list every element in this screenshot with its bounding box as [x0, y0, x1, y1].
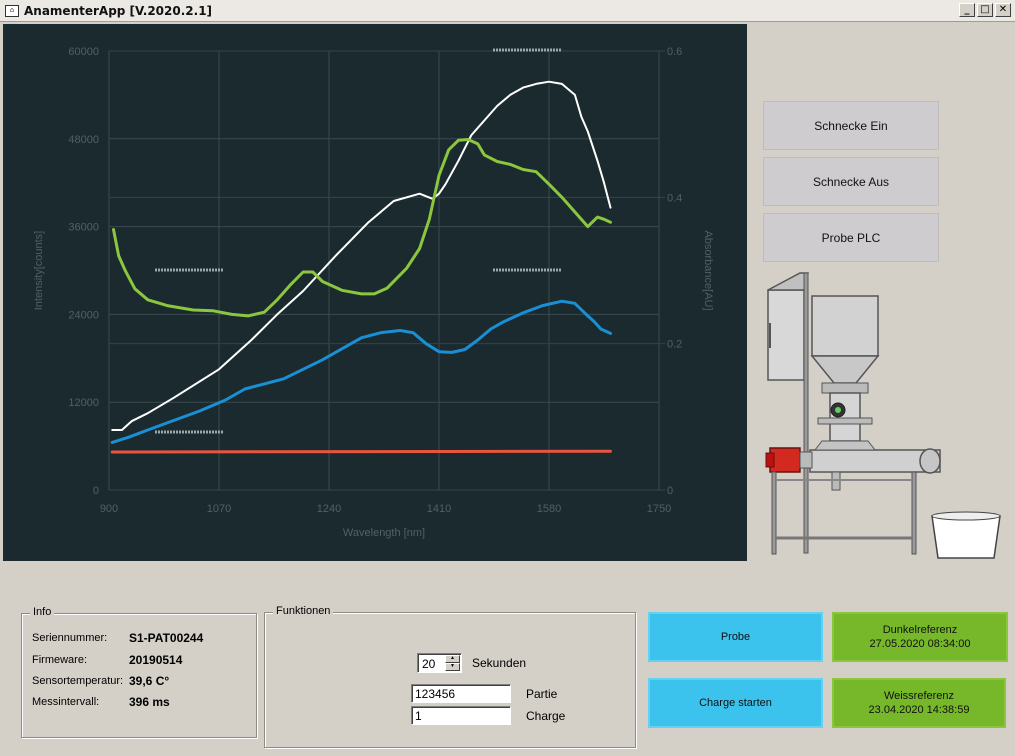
charge-start-button[interactable]: Charge starten [648, 678, 823, 728]
seconds-value: 20 [422, 657, 436, 671]
partie-input[interactable]: 123456 [411, 684, 511, 703]
info-group-title: Info [30, 606, 55, 618]
spectrum-chart-panel: 900 1070 1240 1410 1580 1750 0 12000 24000 36000 4… [3, 24, 747, 561]
charge-start-label: Charge starten [699, 697, 772, 709]
y2-axis-label: Absorbance[AU] [702, 230, 714, 310]
dark-reference-label: Dunkelreferenz [882, 624, 958, 636]
y-tick-label: 36000 [68, 222, 99, 234]
dark-reference-date: 27.05.2020 08:34:00 [869, 638, 971, 650]
minimize-icon[interactable]: _ [959, 3, 975, 17]
y2-tick-label: 0.4 [667, 192, 682, 204]
sensor-temperature-value: 39,6 C° [129, 674, 170, 688]
white-reference-button[interactable]: Weissreferenz 23.04.2020 14:38:59 [832, 678, 1006, 728]
y2-tick-label: 0 [667, 485, 673, 497]
series-line-4 [110, 449, 612, 454]
x-tick-label: 1240 [317, 503, 341, 515]
sample-plc-button[interactable]: Probe PLC [763, 213, 939, 262]
y2-tick-label: 0.6 [667, 46, 682, 58]
x-tick-label: 1070 [207, 503, 231, 515]
firmware-value: 20190514 [129, 653, 183, 667]
serial-number-value: S1-PAT00244 [129, 631, 204, 645]
y2-tick-label: 0.2 [667, 339, 682, 351]
serial-number-label: Seriennummer: [32, 632, 108, 644]
screw-on-button[interactable]: Schnecke Ein [763, 101, 939, 150]
functions-group-title: Funktionen [273, 605, 334, 617]
partie-label: Partie [526, 687, 558, 701]
title-bar: ⌂ AnamenterApp [V.2020.2.1] _ □ ✕ [0, 0, 1015, 22]
seconds-stepper[interactable]: 20 ▲ ▼ [417, 653, 462, 673]
info-group: Info Seriennummer: S1-PAT00244 Firmeware… [21, 606, 257, 738]
functions-group: Funktionen 20 ▲ ▼ Sekunden 123456 Partie… [264, 605, 636, 748]
series-line-1 [111, 80, 612, 431]
x-axis-label: Wavelength [nm] [343, 527, 425, 539]
close-icon[interactable]: ✕ [995, 3, 1011, 17]
screw-off-button[interactable]: Schnecke Aus [763, 157, 939, 206]
sensor-temperature-label: Sensortemperatur: [32, 675, 124, 687]
y-tick-label: 0 [93, 485, 99, 497]
app-icon: ⌂ [5, 4, 19, 17]
measure-interval-value: 396 ms [129, 695, 170, 709]
white-reference-date: 23.04.2020 14:38:59 [868, 704, 970, 716]
firmware-label: Firmeware: [32, 654, 88, 666]
y-tick-label: 12000 [68, 397, 99, 409]
window-title: AnamenterApp [V.2020.2.1] [24, 3, 213, 18]
window-controls: _ □ ✕ [959, 3, 1011, 17]
x-tick-label: 1410 [427, 503, 451, 515]
stepper-arrows: ▲ ▼ [445, 655, 460, 671]
probe-button-label: Probe [720, 631, 751, 643]
y-tick-label: 48000 [68, 134, 99, 146]
stepper-down-icon[interactable]: ▼ [445, 663, 460, 671]
probe-button[interactable]: Probe [648, 612, 823, 662]
x-tick-label: 1750 [647, 503, 671, 515]
charge-label: Charge [526, 709, 566, 723]
y-tick-label: 60000 [68, 46, 99, 58]
maximize-icon[interactable]: □ [977, 3, 993, 17]
y-axis-label: Intensity[counts] [33, 231, 45, 311]
white-reference-label: Weissreferenz [883, 690, 955, 702]
measure-interval-label: Messintervall: [32, 696, 100, 708]
dark-reference-button[interactable]: Dunkelreferenz 27.05.2020 08:34:00 [832, 612, 1008, 662]
x-tick-label: 900 [100, 503, 118, 515]
x-tick-label: 1580 [537, 503, 561, 515]
series-line-3 [110, 299, 612, 444]
stepper-up-icon[interactable]: ▲ [445, 655, 460, 663]
machine-illustration [760, 268, 1010, 560]
y-tick-label: 24000 [68, 309, 99, 321]
charge-input[interactable]: 1 [411, 706, 511, 725]
spectrum-chart: 900 1070 1240 1410 1580 1750 0 12000 24000 36000 4… [33, 46, 714, 539]
seconds-label: Sekunden [472, 656, 527, 670]
